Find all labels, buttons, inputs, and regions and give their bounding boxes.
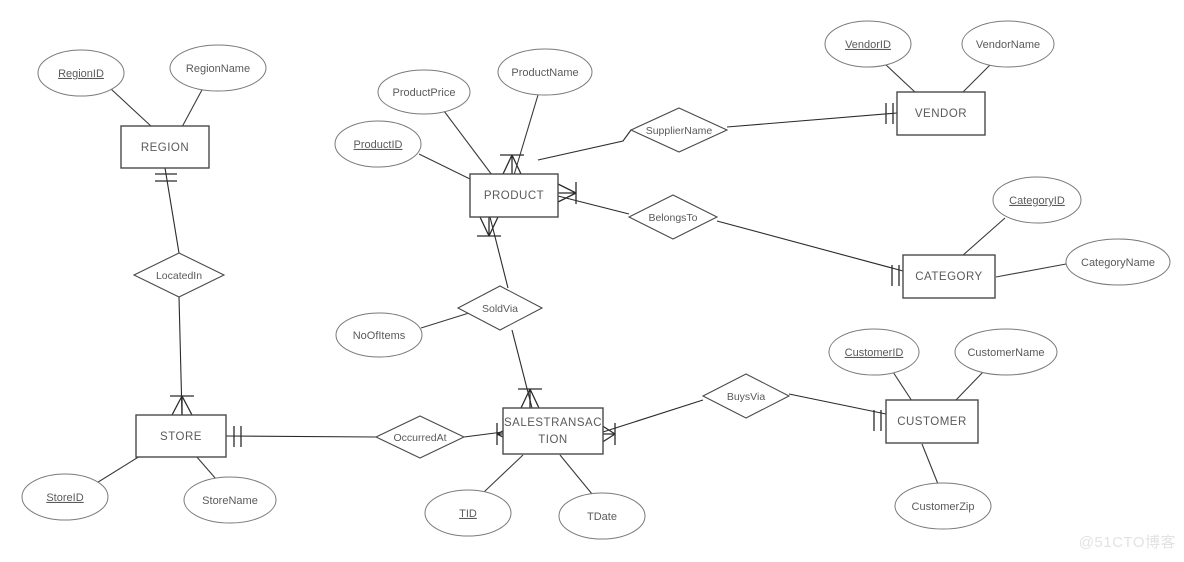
relationship-label: BelongsTo xyxy=(648,212,697,224)
attribute-label: CategoryID xyxy=(1009,195,1065,207)
attribute-categoryname[interactable]: CategoryName xyxy=(1065,238,1171,286)
edge-suppliername-vendor xyxy=(726,112,898,128)
er-diagram-svg: RegionID RegionName StoreID StoreName Pr… xyxy=(21,20,1171,540)
relationship-label: LocatedIn xyxy=(156,270,202,282)
attribute-customerzip[interactable]: CustomerZip xyxy=(894,482,992,530)
edge-salestrans-buysvia xyxy=(602,399,704,433)
attribute-vendorname[interactable]: VendorName xyxy=(961,20,1055,68)
attr-edge-noofitems xyxy=(420,312,470,329)
entity-store[interactable]: STORE xyxy=(135,414,227,458)
entities-group: REGION STORE PRODUCT VENDOR CATEGORY CUS… xyxy=(120,91,996,458)
attribute-label: ProductID xyxy=(354,139,403,151)
relationship-locatedin[interactable]: LocatedIn xyxy=(132,252,226,298)
relationship-label: BuysVia xyxy=(727,391,765,403)
cardinality-one-or-many-icon xyxy=(518,388,542,409)
attr-edge-vendorname xyxy=(961,63,992,94)
attribute-categoryid[interactable]: CategoryID xyxy=(992,176,1082,224)
edge-store-occurredat xyxy=(225,435,377,438)
attr-edge-customerzip xyxy=(921,443,939,485)
attribute-label: StoreName xyxy=(202,495,258,507)
attribute-label: ProductPrice xyxy=(393,87,456,99)
attribute-label: VendorName xyxy=(976,39,1040,51)
attribute-customername[interactable]: CustomerName xyxy=(954,328,1058,376)
entity-label: CUSTOMER xyxy=(897,416,967,428)
relationship-label: SupplierName xyxy=(646,125,713,137)
entity-customer[interactable]: CUSTOMER xyxy=(885,399,979,444)
entity-label: STORE xyxy=(160,431,202,443)
attribute-label: ProductName xyxy=(511,67,578,79)
attr-edge-productid xyxy=(418,153,473,181)
relationships-group: LocatedIn SupplierName BelongsTo SoldVia… xyxy=(132,107,791,459)
entity-vendor[interactable]: VENDOR xyxy=(896,91,986,136)
entity-label: CATEGORY xyxy=(915,271,982,283)
attribute-label: NoOfItems xyxy=(353,330,406,342)
attribute-tdate[interactable]: TDate xyxy=(558,492,646,540)
entity-label: REGION xyxy=(141,142,189,154)
attribute-storeid[interactable]: StoreID xyxy=(21,473,109,521)
attr-edge-categoryid xyxy=(961,217,1006,257)
attr-edge-productprice xyxy=(443,110,493,176)
attr-edge-tdate xyxy=(559,454,593,495)
edge-buysvia-customer xyxy=(788,393,887,415)
relationship-buysvia[interactable]: BuysVia xyxy=(701,373,791,419)
attribute-productprice[interactable]: ProductPrice xyxy=(377,69,471,115)
attribute-label: RegionID xyxy=(58,68,104,80)
relationship-suppliername[interactable]: SupplierName xyxy=(629,107,729,153)
edge-belongsto-category xyxy=(716,220,904,272)
entity-salestransaction[interactable]: SALESTRANSAC TION xyxy=(502,407,604,455)
relationship-label: OccurredAt xyxy=(393,432,446,444)
attribute-regionname[interactable]: RegionName xyxy=(169,44,267,92)
attribute-vendorid[interactable]: VendorID xyxy=(824,20,912,68)
entity-product[interactable]: PRODUCT xyxy=(469,173,559,218)
edge-product-suppliername xyxy=(537,129,632,161)
entity-label-line2: TION xyxy=(538,434,567,446)
attr-edge-tid xyxy=(483,454,524,493)
attribute-label: TID xyxy=(459,508,477,520)
attribute-customerid[interactable]: CustomerID xyxy=(828,328,920,376)
attr-edge-customerid xyxy=(892,371,913,402)
cardinality-one-or-many-icon xyxy=(500,154,524,175)
relationship-label: SoldVia xyxy=(482,303,518,315)
watermark: @51CTO博客 xyxy=(1078,534,1176,551)
relationship-belongsto[interactable]: BelongsTo xyxy=(627,194,719,240)
entity-label: PRODUCT xyxy=(484,190,544,202)
attr-edge-vendorid xyxy=(884,63,917,94)
attr-edge-regionid xyxy=(110,88,153,128)
attr-edge-regionname xyxy=(181,87,204,128)
edge-product-belongsto xyxy=(557,195,630,215)
cardinality-one-or-many-icon xyxy=(557,182,577,204)
attribute-label: TDate xyxy=(587,511,617,523)
attribute-label: CustomerID xyxy=(845,347,904,359)
entity-region[interactable]: REGION xyxy=(120,125,210,169)
cardinality-one-or-many-icon xyxy=(170,395,194,416)
attribute-label: RegionName xyxy=(186,63,250,75)
attribute-storename[interactable]: StoreName xyxy=(183,476,277,524)
attribute-label: CustomerZip xyxy=(912,501,975,513)
attribute-regionid[interactable]: RegionID xyxy=(37,49,125,97)
attribute-noofitems[interactable]: NoOfItems xyxy=(335,312,423,358)
attr-edge-storeid xyxy=(94,455,141,485)
entity-label-line1: SALESTRANSAC xyxy=(504,417,602,429)
relationship-occurredat[interactable]: OccurredAt xyxy=(374,415,466,459)
er-diagram-canvas: RegionID RegionName StoreID StoreName Pr… xyxy=(0,0,1184,562)
attribute-label: StoreID xyxy=(46,492,83,504)
attribute-productid[interactable]: ProductID xyxy=(334,120,422,168)
entity-rect xyxy=(502,407,604,455)
relationship-soldvia[interactable]: SoldVia xyxy=(456,285,544,331)
cardinality-one-or-many-icon xyxy=(477,216,501,237)
attribute-label: CategoryName xyxy=(1081,257,1155,269)
entity-category[interactable]: CATEGORY xyxy=(902,254,996,299)
attr-edge-categoryname xyxy=(995,263,1067,278)
entity-label: VENDOR xyxy=(915,108,967,120)
attr-edge-storename xyxy=(195,455,217,480)
attr-edge-customername xyxy=(954,369,986,402)
attribute-label: CustomerName xyxy=(967,347,1044,359)
attr-edge-productname xyxy=(513,94,539,176)
attribute-productname[interactable]: ProductName xyxy=(497,48,593,96)
attribute-tid[interactable]: TID xyxy=(424,489,512,537)
edge-soldvia-salestrans xyxy=(511,329,533,409)
attribute-label: VendorID xyxy=(845,39,891,51)
